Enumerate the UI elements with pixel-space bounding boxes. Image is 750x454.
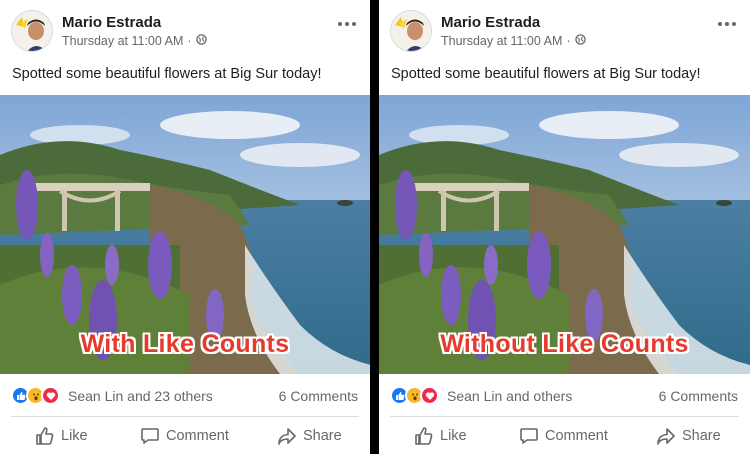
post-header: Mario Estrada Thursday at 11:00 AM · xyxy=(379,0,750,60)
meta-separator: · xyxy=(566,34,571,48)
thumbs-up-icon xyxy=(414,426,434,446)
post-timestamp[interactable]: Thursday at 11:00 AM xyxy=(62,34,183,48)
comment-bubble-icon xyxy=(519,426,539,446)
reaction-icons[interactable] xyxy=(11,386,60,405)
like-button[interactable]: Like xyxy=(35,426,88,446)
avatar[interactable] xyxy=(11,10,53,52)
comment-label: Comment xyxy=(545,428,608,444)
overlay-label: Without Like Counts xyxy=(440,330,689,358)
globe-icon xyxy=(195,34,207,48)
more-options-icon[interactable] xyxy=(718,22,736,26)
post-timestamp[interactable]: Thursday at 11:00 AM xyxy=(441,34,562,48)
love-reaction-icon xyxy=(420,386,439,405)
meta-separator: · xyxy=(187,34,192,48)
post-caption: Spotted some beautiful flowers at Big Su… xyxy=(12,66,322,82)
post-actions: Like Comment Share xyxy=(379,420,750,454)
share-arrow-icon xyxy=(656,426,676,446)
post-meta: Thursday at 11:00 AM · xyxy=(62,34,207,48)
share-button[interactable]: Share xyxy=(656,426,721,446)
author-name[interactable]: Mario Estrada xyxy=(441,14,540,31)
love-reaction-icon xyxy=(41,386,60,405)
post-stats: Sean Lin and 23 others 6 Comments xyxy=(0,382,370,412)
comment-label: Comment xyxy=(166,428,229,444)
post-actions: Like Comment Share xyxy=(0,420,370,454)
share-label: Share xyxy=(303,428,342,444)
author-name[interactable]: Mario Estrada xyxy=(62,14,161,31)
thumbs-up-icon xyxy=(35,426,55,446)
reactions-summary[interactable]: Sean Lin and 23 others xyxy=(68,388,213,404)
comment-bubble-icon xyxy=(140,426,160,446)
post-card-without-like-counts: Mario Estrada Thursday at 11:00 AM · Spo… xyxy=(379,0,750,454)
divider xyxy=(11,416,359,417)
comparison-screenshot: Mario Estrada Thursday at 11:00 AM · Spo… xyxy=(0,0,750,454)
post-stats: Sean Lin and others 6 Comments xyxy=(379,382,750,412)
post-header: Mario Estrada Thursday at 11:00 AM · xyxy=(0,0,370,60)
like-button[interactable]: Like xyxy=(414,426,467,446)
reaction-icons[interactable] xyxy=(390,386,439,405)
globe-icon xyxy=(574,34,586,48)
share-arrow-icon xyxy=(277,426,297,446)
more-options-icon[interactable] xyxy=(338,22,356,26)
avatar[interactable] xyxy=(390,10,432,52)
post-meta: Thursday at 11:00 AM · xyxy=(441,34,586,48)
comments-count[interactable]: 6 Comments xyxy=(659,388,738,404)
post-card-with-like-counts: Mario Estrada Thursday at 11:00 AM · Spo… xyxy=(0,0,370,454)
comment-button[interactable]: Comment xyxy=(140,426,229,446)
share-label: Share xyxy=(682,428,721,444)
post-caption: Spotted some beautiful flowers at Big Su… xyxy=(391,66,701,82)
share-button[interactable]: Share xyxy=(277,426,342,446)
comments-count[interactable]: 6 Comments xyxy=(279,388,358,404)
comment-button[interactable]: Comment xyxy=(519,426,608,446)
reactions-summary[interactable]: Sean Lin and others xyxy=(447,388,572,404)
like-label: Like xyxy=(440,428,467,444)
overlay-label: With Like Counts xyxy=(80,330,290,358)
like-label: Like xyxy=(61,428,88,444)
divider xyxy=(390,416,739,417)
